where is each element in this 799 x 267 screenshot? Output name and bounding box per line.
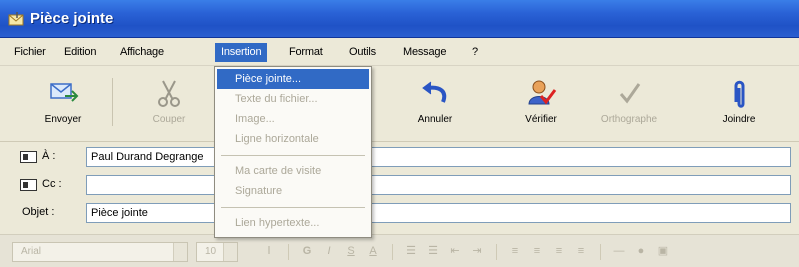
format-separator <box>600 244 601 260</box>
attach-label: Joindre <box>722 114 756 125</box>
bullet-list-icon[interactable]: ☰ <box>426 244 440 258</box>
attach-button[interactable]: Joindre <box>700 74 778 134</box>
align-right-icon[interactable]: ≡ <box>552 244 566 258</box>
toolbar-separator <box>112 78 113 126</box>
chevron-down-icon <box>173 243 187 261</box>
menu-affichage[interactable]: Affichage <box>120 44 164 61</box>
format-bar: Arial 10 Ⅰ G I S A ☰ ☰ ⇤ ⇥ ≡ ≡ ≡ ≡ — ● ▣ <box>0 234 799 267</box>
menu-insertion[interactable]: Insertion <box>215 43 268 62</box>
menu-item-hyperlink[interactable]: Lien hypertexte... <box>217 213 369 233</box>
menu-message[interactable]: Message <box>403 44 446 61</box>
menu-item-image[interactable]: Image... <box>217 109 369 129</box>
menu-item-signature[interactable]: Signature <box>217 181 369 201</box>
cut-label: Couper <box>152 114 186 125</box>
message-headers: À : Paul Durand Degrange Cc : Objet : Pi… <box>0 142 799 232</box>
size-value: 10 <box>205 246 217 257</box>
menu-fichier[interactable]: Fichier <box>14 44 46 61</box>
send-button[interactable]: Envoyer <box>24 74 102 134</box>
window-title: Pièce jointe <box>30 10 114 27</box>
align-center-icon[interactable]: ≡ <box>530 244 544 258</box>
to-row: À : Paul Durand Degrange <box>0 146 799 168</box>
subject-label: Objet : <box>22 206 55 218</box>
toolbar: Envoyer Couper Annuler Vérifier Orthogra… <box>0 66 799 142</box>
send-label: Envoyer <box>44 114 82 125</box>
font-value: Arial <box>21 246 42 257</box>
format-separator <box>496 244 497 260</box>
undo-icon <box>422 81 447 103</box>
cut-button[interactable]: Couper <box>130 74 208 134</box>
menu-item-file-text[interactable]: Texte du fichier... <box>217 89 369 109</box>
italic-icon[interactable]: I <box>322 244 336 258</box>
scissors-icon <box>158 80 180 107</box>
decrease-indent-icon[interactable]: ⇤ <box>448 244 462 258</box>
menu-edition[interactable]: Edition <box>64 44 96 61</box>
bold-icon[interactable]: G <box>300 244 314 258</box>
subject-row: Objet : Pièce jointe <box>0 202 799 224</box>
menu-separator <box>221 155 365 156</box>
check-names-button[interactable]: Vérifier <box>502 74 580 134</box>
spellcheck-label: Orthographe <box>600 114 658 125</box>
spellcheck-button[interactable]: Orthographe <box>590 74 668 134</box>
menu-item-business-card[interactable]: Ma carte de visite <box>217 161 369 181</box>
envelope-paperclip-icon <box>8 12 24 26</box>
menu-help[interactable]: ? <box>472 44 478 61</box>
format-separator <box>392 244 393 260</box>
chevron-down-icon <box>223 243 237 261</box>
style-icon[interactable]: Ⅰ <box>262 244 276 258</box>
cc-field[interactable] <box>86 175 791 195</box>
insertion-menu: Pièce jointe... Texte du fichier... Imag… <box>214 66 372 238</box>
hyperlink-icon[interactable]: ● <box>634 244 648 258</box>
increase-indent-icon[interactable]: ⇥ <box>470 244 484 258</box>
font-color-icon[interactable]: A <box>366 244 380 258</box>
align-left-icon[interactable]: ≡ <box>508 244 522 258</box>
menu-format[interactable]: Format <box>289 44 323 61</box>
subject-field[interactable]: Pièce jointe <box>86 203 791 223</box>
cc-label[interactable]: Cc : <box>42 178 62 190</box>
justify-icon[interactable]: ≡ <box>574 244 588 258</box>
to-label[interactable]: À : <box>42 150 55 162</box>
undo-label: Annuler <box>417 114 453 125</box>
size-select[interactable]: 10 <box>196 242 238 262</box>
check-names-label: Vérifier <box>525 114 557 125</box>
numbered-list-icon[interactable]: ☰ <box>404 244 418 258</box>
send-icon <box>50 83 79 102</box>
menu-separator <box>221 207 365 208</box>
paperclip-icon <box>734 80 745 108</box>
address-book-icon <box>20 179 37 191</box>
undo-button[interactable]: Annuler <box>396 74 474 134</box>
spellcheck-icon <box>619 83 641 104</box>
check-names-icon <box>528 80 557 105</box>
to-field[interactable]: Paul Durand Degrange <box>86 147 791 167</box>
menu-item-horizontal-line[interactable]: Ligne horizontale <box>217 129 369 149</box>
underline-icon[interactable]: S <box>344 244 358 258</box>
menu-bar: Fichier Edition Affichage Insertion Form… <box>0 38 799 66</box>
menu-outils[interactable]: Outils <box>349 44 376 61</box>
title-bar: Pièce jointe <box>0 0 799 38</box>
font-select[interactable]: Arial <box>12 242 188 262</box>
menu-item-attachment[interactable]: Pièce jointe... <box>217 69 369 89</box>
horizontal-line-icon[interactable]: — <box>612 244 626 258</box>
insert-image-icon[interactable]: ▣ <box>656 244 670 258</box>
address-book-icon <box>20 151 37 163</box>
format-separator <box>288 244 289 260</box>
cc-row: Cc : <box>0 174 799 196</box>
